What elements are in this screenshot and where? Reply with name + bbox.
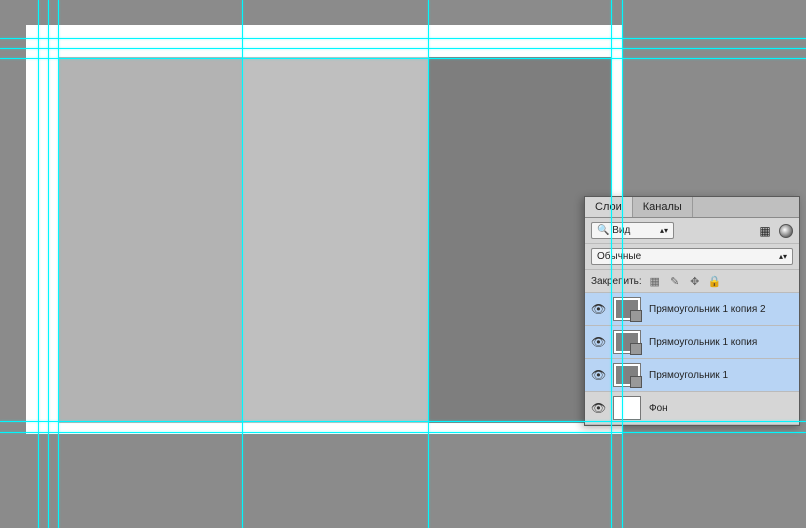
tab-layers[interactable]: Слои	[585, 197, 633, 217]
layer-thumbnail	[613, 297, 641, 321]
lock-pixels-icon[interactable]: ✎	[668, 274, 682, 288]
blend-mode-label: Обычные	[597, 251, 641, 262]
guide-horizontal[interactable]	[0, 432, 806, 433]
tab-channels[interactable]: Каналы	[633, 197, 693, 217]
dropdown-arrows-icon: ▴▾	[779, 253, 787, 261]
visibility-eye-icon[interactable]: 👁	[591, 302, 605, 316]
guide-vertical[interactable]	[611, 0, 612, 528]
guide-vertical[interactable]	[242, 0, 243, 528]
panel-tabbar: Слои Каналы	[585, 197, 799, 218]
dropdown-arrows-icon: ▴▾	[660, 227, 668, 235]
filter-toggle-icon[interactable]	[779, 224, 793, 238]
workspace: Слои Каналы 🔍 Вид ▴▾ ▦ Обычные ▴▾ Закреп…	[0, 0, 806, 528]
rect-shape-1[interactable]	[58, 57, 243, 423]
canvas[interactable]	[26, 25, 622, 434]
visibility-eye-icon[interactable]: 👁	[591, 368, 605, 382]
layer-row[interactable]: 👁 Прямоугольник 1	[585, 359, 799, 392]
guide-horizontal[interactable]	[0, 421, 806, 422]
guide-vertical[interactable]	[38, 0, 39, 528]
guide-horizontal[interactable]	[0, 38, 806, 39]
layer-row[interactable]: 👁 Прямоугольник 1 копия 2	[585, 293, 799, 326]
layer-name-label: Прямоугольник 1 копия	[649, 337, 793, 348]
layers-list: 👁 Прямоугольник 1 копия 2 👁 Прямоугольник 1…	[585, 293, 799, 425]
lock-position-icon[interactable]: ✥	[688, 274, 702, 288]
filter-image-icon[interactable]: ▦	[757, 223, 773, 239]
lock-row: Закрепить: ▦ ✎ ✥ 🔒	[585, 270, 799, 293]
guide-vertical[interactable]	[58, 0, 59, 528]
layer-name-label: Фон	[649, 403, 793, 414]
visibility-eye-icon[interactable]: 👁	[591, 335, 605, 349]
guide-vertical[interactable]	[622, 0, 623, 528]
guide-vertical[interactable]	[428, 0, 429, 528]
layer-thumbnail	[613, 363, 641, 387]
layers-panel: Слои Каналы 🔍 Вид ▴▾ ▦ Обычные ▴▾ Закреп…	[584, 196, 800, 426]
layer-name-label: Прямоугольник 1 копия 2	[649, 304, 793, 315]
layer-name-label: Прямоугольник 1	[649, 370, 793, 381]
lock-all-icon[interactable]: 🔒	[708, 274, 722, 288]
rect-shape-2[interactable]	[243, 57, 428, 423]
layer-thumbnail	[613, 330, 641, 354]
layer-filter-select[interactable]: 🔍 Вид ▴▾	[591, 222, 674, 239]
guide-horizontal[interactable]	[0, 58, 806, 59]
lock-transparency-icon[interactable]: ▦	[648, 274, 662, 288]
guide-vertical[interactable]	[48, 0, 49, 528]
guide-horizontal[interactable]	[0, 48, 806, 49]
layer-row[interactable]: 👁 Прямоугольник 1 копия	[585, 326, 799, 359]
layer-thumbnail	[613, 396, 641, 420]
visibility-eye-icon[interactable]: 👁	[591, 401, 605, 415]
lock-label: Закрепить:	[591, 276, 642, 287]
